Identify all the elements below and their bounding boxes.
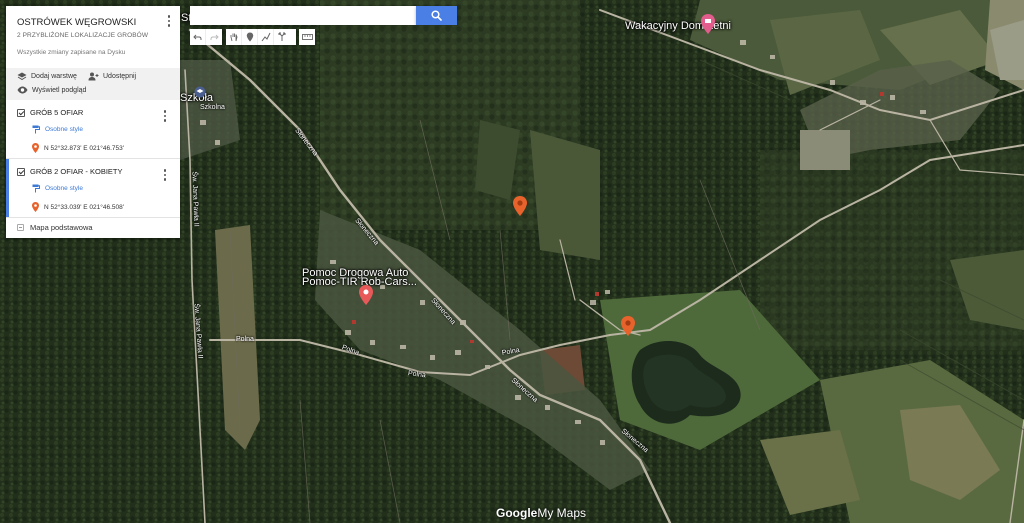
directions-icon (278, 32, 286, 41)
hand-icon (230, 33, 237, 42)
save-status: Wszystkie zmiany zapisane na Dysku (17, 49, 126, 56)
placemark-item[interactable]: N 52°32.873' E 021°46.753' (32, 143, 124, 153)
expand-base-map-icon (17, 224, 24, 231)
brand-google: Google (496, 506, 538, 520)
add-layer-button[interactable]: Dodaj warstwę (17, 72, 77, 81)
preview-button[interactable]: Wyświetl podgląd (17, 86, 86, 94)
add-layer-label: Dodaj warstwę (31, 73, 77, 80)
placemark-coordinate: N 52°33.039' E 021°46.508' (44, 203, 124, 211)
marker-icon (246, 32, 253, 42)
history-toolbar (190, 29, 222, 45)
lodging-pin-icon[interactable] (701, 14, 715, 34)
placemark-item[interactable]: N 52°33.039' E 021°46.508' (32, 202, 124, 212)
map-options-kebab-icon[interactable] (164, 14, 174, 28)
draw-line-icon (261, 32, 270, 42)
add-person-icon (88, 72, 99, 81)
add-marker-button[interactable] (242, 29, 258, 45)
google-my-maps-logo: GoogleMy Maps (496, 506, 586, 520)
grave-marker-grob-2-ofiar[interactable] (621, 316, 635, 336)
school-icon[interactable] (194, 86, 206, 98)
style-label: Osobne style (45, 126, 83, 133)
share-button[interactable]: Udostępnij (88, 72, 136, 81)
map-description[interactable]: 2 PRZYBLIŻONE LOKALIZACJE GROBÓW (17, 32, 148, 39)
undo-icon (193, 34, 202, 40)
grave-marker-grob-5-ofiar[interactable] (513, 196, 527, 216)
paint-roller-icon (32, 125, 40, 134)
undo-button[interactable] (190, 29, 206, 45)
layer-header: GRÓB 5 OFIAR (17, 108, 83, 117)
drawing-toolbar (226, 29, 296, 45)
share-label: Udostępnij (103, 73, 137, 80)
paint-roller-icon (32, 184, 40, 193)
brand-mymaps: My Maps (537, 506, 587, 520)
search-icon (431, 10, 442, 21)
place-pin-icon[interactable] (359, 285, 373, 305)
eye-icon (17, 86, 28, 94)
add-directions-button[interactable] (274, 29, 290, 45)
layer-grob-2-ofiar-kobiety: GRÓB 2 OFIAR - KOBIETY Osobne style N 52… (6, 159, 180, 217)
search-input[interactable] (190, 6, 417, 25)
layer-divider (6, 217, 180, 218)
preview-label: Wyświetl podgląd (32, 86, 87, 94)
orange-marker-icon (32, 143, 39, 153)
street-label: Szkolna (200, 104, 225, 111)
layer-options-kebab-icon[interactable] (160, 168, 170, 182)
search-button[interactable] (416, 6, 457, 25)
ruler-icon (301, 34, 313, 40)
base-map-label: Mapa podstawowa (30, 223, 93, 232)
orange-marker-icon (32, 202, 39, 212)
layer-grob-5-ofiar: GRÓB 5 OFIAR Osobne style N 52°32.873' E… (6, 100, 180, 158)
layers-icon (17, 72, 27, 81)
layer-style-link[interactable]: Osobne style (32, 125, 83, 134)
place-label-wakacyjny-dom[interactable]: Wakacyjny Dom Letni (625, 20, 731, 32)
layer-name[interactable]: GRÓB 5 OFIAR (30, 108, 83, 117)
layer-name[interactable]: GRÓB 2 OFIAR - KOBIETY (30, 167, 123, 176)
layer-visibility-checkbox[interactable] (17, 167, 25, 176)
layer-style-link[interactable]: Osobne style (32, 184, 83, 193)
style-label: Osobne style (45, 185, 83, 192)
base-map-item[interactable]: Mapa podstawowa (17, 223, 93, 232)
measure-toolbar (299, 29, 315, 45)
placemark-coordinate: N 52°32.873' E 021°46.753' (44, 144, 124, 152)
street-label: Polna (236, 336, 254, 343)
map-title[interactable]: OSTRÓWEK WĘGROWSKI (17, 17, 136, 28)
map-legend-panel: OSTRÓWEK WĘGROWSKI 2 PRZYBLIŻONE LOKALIZ… (6, 6, 180, 238)
measure-button[interactable] (299, 29, 315, 45)
redo-icon (210, 34, 219, 40)
redo-button[interactable] (206, 29, 222, 45)
draw-line-button[interactable] (258, 29, 274, 45)
layer-header: GRÓB 2 OFIAR - KOBIETY (17, 167, 123, 176)
select-items-button[interactable] (226, 29, 242, 45)
layer-options-kebab-icon[interactable] (160, 109, 170, 123)
layer-visibility-checkbox[interactable] (17, 108, 25, 117)
panel-actions: Dodaj warstwę Udostępnij Wyświetl podglą… (6, 68, 180, 100)
